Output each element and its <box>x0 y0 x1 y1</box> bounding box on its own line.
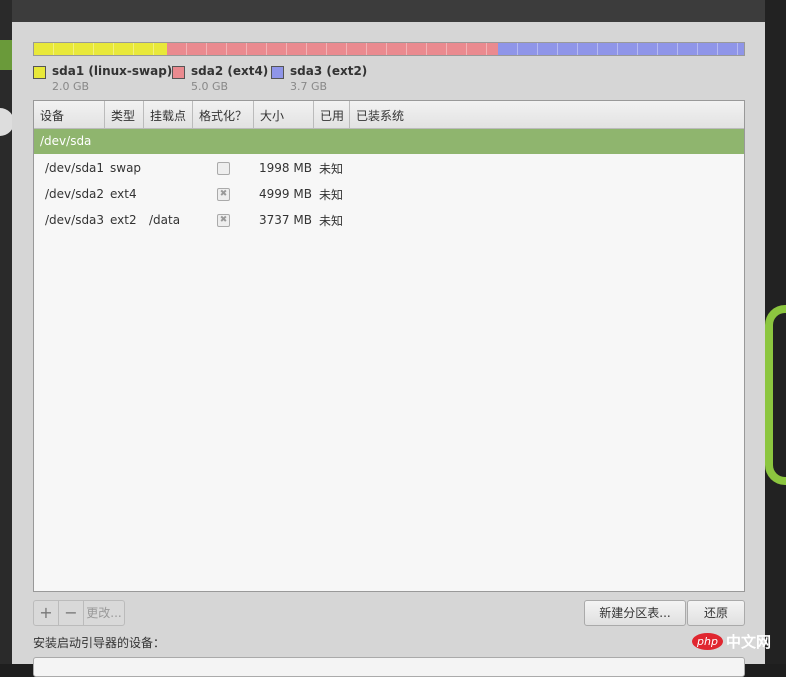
legend-size: 2.0 GB <box>52 80 90 93</box>
cell-type: swap <box>110 161 142 175</box>
legend-swatch <box>33 66 46 79</box>
legend-size: 3.7 GB <box>290 80 328 93</box>
column-type[interactable]: 类型 <box>105 101 144 128</box>
column-size[interactable]: 大小 <box>254 101 314 128</box>
table-row[interactable]: /dev/sda1 swap 1998 MB 未知 <box>34 155 744 181</box>
mint-logo-icon <box>765 305 786 485</box>
cell-mount: /data <box>149 213 181 227</box>
partition-bar-segment <box>166 43 498 55</box>
column-format[interactable]: 格式化？ <box>193 101 254 128</box>
partition-bar-segment <box>497 43 744 55</box>
column-device[interactable]: 设备 <box>34 101 105 128</box>
column-used[interactable]: 已用 <box>314 101 350 128</box>
table-header: 设备 类型 挂载点 格式化？ 大小 已用 已装系统 <box>34 101 744 129</box>
partition-edit-buttons: + − 更改... <box>33 600 125 626</box>
window-titlebar <box>12 0 765 22</box>
bootloader-device-select[interactable] <box>33 657 745 677</box>
watermark-cn: 中文网 <box>725 633 771 651</box>
cell-device: /dev/sda1 <box>45 161 105 175</box>
bootloader-label: 安装启动引导器的设备： <box>33 636 166 650</box>
column-mount[interactable]: 挂载点 <box>144 101 193 128</box>
revert-button[interactable]: 还原 <box>687 600 745 626</box>
desktop-icon <box>0 40 12 70</box>
column-installed-os[interactable]: 已装系统 <box>350 101 744 128</box>
format-checkbox[interactable]: ✖ <box>217 187 230 201</box>
legend-name: sda1 (linux-swap) <box>52 64 173 78</box>
cell-device: /dev/sda2 <box>45 187 105 201</box>
background-desktop-right <box>765 0 786 664</box>
cell-size: 1998 MB <box>259 161 312 175</box>
new-partition-table-button[interactable]: 新建分区表... <box>584 600 686 626</box>
format-checkbox[interactable]: ✖ <box>217 213 230 227</box>
table-row[interactable]: /dev/sda3 ext2 /data ✖ 3737 MB 未知 <box>34 207 744 233</box>
cell-type: ext2 <box>110 213 137 227</box>
cell-used: 未知 <box>319 161 344 176</box>
cell-size: 3737 MB <box>259 213 312 227</box>
disc-icon <box>0 108 12 136</box>
cell-used: 未知 <box>319 213 344 228</box>
cell-device: /dev/sda3 <box>45 213 105 227</box>
change-partition-button[interactable]: 更改... <box>84 601 124 625</box>
legend-name: sda2 (ext4) <box>191 64 269 78</box>
add-partition-button[interactable]: + <box>34 601 59 625</box>
partition-bar-segment <box>34 43 167 55</box>
partition-bar <box>33 42 745 56</box>
background-desktop-left <box>0 0 12 664</box>
legend-size: 5.0 GB <box>191 80 229 93</box>
legend-item: sda1 (linux-swap) 2.0 GB <box>33 64 172 93</box>
remove-partition-button[interactable]: − <box>59 601 84 625</box>
legend-item: sda2 (ext4) 5.0 GB <box>172 64 268 93</box>
legend-item: sda3 (ext2) 3.7 GB <box>271 64 367 93</box>
table-row[interactable]: /dev/sda2 ext4 ✖ 4999 MB 未知 <box>34 181 744 207</box>
disk-group-row[interactable]: /dev/sda <box>34 129 744 154</box>
legend-name: sda3 (ext2) <box>290 64 368 78</box>
legend-swatch <box>271 66 284 79</box>
cell-size: 4999 MB <box>259 187 312 201</box>
partition-dialog: sda1 (linux-swap) 2.0 GB sda2 (ext4) 5.0 G… <box>12 22 765 677</box>
watermark-php: php <box>692 633 723 650</box>
legend-swatch <box>172 66 185 79</box>
watermark: php 中文网 <box>692 631 771 652</box>
partition-table: 设备 类型 挂载点 格式化？ 大小 已用 已装系统 /dev/sda /dev/… <box>33 100 745 592</box>
cell-used: 未知 <box>319 187 344 202</box>
format-checkbox[interactable] <box>217 161 230 175</box>
cell-type: ext4 <box>110 187 137 201</box>
